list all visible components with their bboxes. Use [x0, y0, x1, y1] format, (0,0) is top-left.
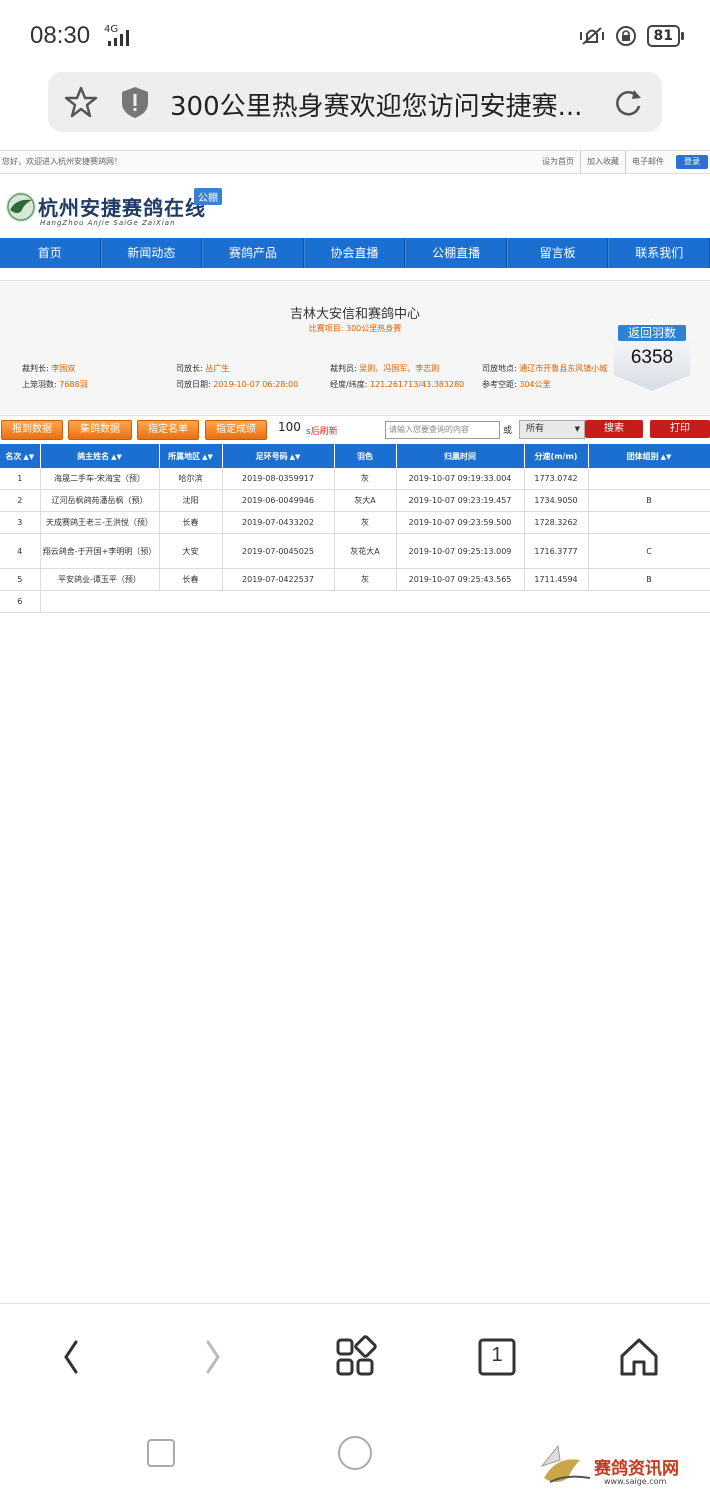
- watermark-text: 赛鸽资讯网: [594, 1459, 679, 1479]
- chevron-down-icon: ▼: [574, 425, 580, 433]
- col-rank[interactable]: 名次 ▲▼: [0, 444, 41, 468]
- tabs-button[interactable]: 1: [472, 1332, 522, 1382]
- filter-select[interactable]: 所有 ▼: [519, 420, 585, 439]
- table-row[interactable]: 2 辽河岳枫鸽苑潘岳枫（预） 沈阳 2019-06-0049946 灰大A 2019-1…: [0, 489, 710, 512]
- refresh-icon[interactable]: [610, 84, 646, 120]
- registration-data-button[interactable]: 报到数据: [1, 420, 63, 440]
- vibrate-mute-icon: [579, 27, 604, 45]
- home-circle-icon[interactable]: [336, 1434, 374, 1472]
- venue-name: 吉林大安信和赛鸽中心: [289, 307, 420, 322]
- status-bar: 08:30 4G 81: [0, 0, 710, 70]
- reference-distance: 参考空距: 304公里: [482, 380, 551, 389]
- set-homepage-link[interactable]: 设为首页: [542, 151, 581, 173]
- top-info-bar: 您好，欢迎进入杭州安捷赛鸽网！ 设为首页 加入收藏 电子邮件 登录: [0, 150, 710, 174]
- pigeon-watermark-icon: [540, 1444, 591, 1483]
- col-speed: 分速(m/m): [524, 444, 589, 468]
- col-ring-number[interactable]: 足环号码 ▲▼: [222, 444, 335, 468]
- forward-icon[interactable]: [188, 1332, 238, 1382]
- filter-select-value: 所有: [526, 424, 545, 434]
- status-time: 08:30: [30, 22, 91, 49]
- refresh-seconds: 100: [278, 420, 301, 434]
- search-input[interactable]: 请输入您要查询的内容: [385, 421, 500, 439]
- home-icon[interactable]: [614, 1332, 664, 1382]
- col-owner[interactable]: 鸽主姓名 ▲▼: [40, 444, 160, 468]
- returned-count-badge: 返回羽数 6358: [614, 319, 690, 391]
- results-table: 名次 ▲▼ 鸽主姓名 ▲▼ 所属地区 ▲▼ 足环号码 ▲▼ 羽色 归巢时间 分速(m/m…: [0, 444, 710, 613]
- bookmark-star-icon[interactable]: [64, 85, 98, 119]
- race-label: 比赛项目:: [308, 324, 344, 333]
- sort-icon: ▲▼: [660, 452, 672, 461]
- referees: 裁判员: 吴刚、冯国军、李志刚: [330, 364, 440, 373]
- search-button[interactable]: 搜索: [585, 420, 643, 438]
- add-favorite-link[interactable]: 加入收藏: [587, 151, 626, 173]
- pigeon-logo-icon: [6, 192, 36, 222]
- nav-association-live[interactable]: 协会直播: [303, 238, 406, 268]
- col-group[interactable]: 团体组别 ▲▼: [588, 444, 710, 468]
- race-value: 300公里热身赛: [345, 324, 402, 333]
- watermark-url: www.saige.com: [604, 1477, 667, 1486]
- designated-results-button[interactable]: 指定成绩: [205, 420, 267, 440]
- designated-list-button[interactable]: 指定名单: [137, 420, 199, 440]
- login-button[interactable]: 登录: [676, 155, 708, 169]
- entered-count: 上笼羽数: 7688羽: [22, 380, 88, 389]
- lock-rotation-icon: [615, 26, 636, 46]
- watermark: 赛鸽资讯网 www.saige.com: [538, 1432, 708, 1496]
- battery-indicator: 81: [646, 25, 685, 47]
- top-links: 设为首页 加入收藏 电子邮件: [542, 151, 670, 173]
- site-logo[interactable]: 杭州安捷赛鸽在线 HangZhou AnJie SaiGe ZaiXian 公棚: [6, 188, 226, 234]
- results-toolbar: 报到数据 集鸽数据 指定名单 指定成绩 100 s后刷新 请输入您要查询的内容 …: [0, 420, 710, 442]
- returned-count: 6358: [630, 347, 674, 368]
- menu-grid-icon[interactable]: [330, 1332, 380, 1382]
- or-text: 或: [503, 426, 513, 436]
- race-name: 比赛项目: 300公里热身赛: [0, 323, 710, 334]
- table-row[interactable]: 6: [0, 590, 710, 613]
- address-bar[interactable]: 300公里热身赛欢迎您访问安捷赛...: [48, 72, 662, 132]
- loft-badge: 公棚: [194, 188, 222, 205]
- sort-icon: ▲▼: [289, 452, 301, 461]
- back-icon[interactable]: [46, 1332, 96, 1382]
- table-row[interactable]: 3 天成赛鸽王老三-王洪悦（预） 长春 2019-07-0433202 灰 2019-1…: [0, 511, 710, 534]
- referee-chief: 裁判长: 李国双: [22, 364, 76, 373]
- returned-label: 返回羽数: [618, 325, 686, 341]
- table-header: 名次 ▲▼ 鸽主姓名 ▲▼ 所属地区 ▲▼ 足环号码 ▲▼ 羽色 归巢时间 分速(m/m…: [0, 444, 710, 468]
- logo-text: 杭州安捷赛鸽在线: [38, 196, 206, 220]
- recent-apps-icon[interactable]: [146, 1438, 176, 1468]
- nav-contact[interactable]: 联系我们: [608, 238, 710, 268]
- table-row[interactable]: 1 海晟二手车-宋海宝（预） 哈尔滨 2019-08-0359917 灰 2019-10…: [0, 468, 710, 490]
- refresh-text: s后刷新: [306, 427, 338, 437]
- browser-toolbar: 1: [0, 1303, 710, 1414]
- web-page: 您好，欢迎进入杭州安捷赛鸽网！ 设为首页 加入收藏 电子邮件 登录 杭州安捷赛鸽…: [0, 150, 710, 630]
- coordinates: 经度/纬度: 121.261713/43.383280: [330, 380, 465, 389]
- table-row[interactable]: 4 翔云鸽舍-于开国+李明明（预） 大安 2019-07-0045025 灰花大A 20…: [0, 533, 710, 569]
- nav-message-board[interactable]: 留言板: [506, 238, 609, 268]
- welcome-text: 您好，欢迎进入杭州安捷赛鸽网！: [2, 157, 122, 166]
- sort-icon: ▲▼: [111, 452, 122, 461]
- race-info-panel: 吉林大安信和赛鸽中心 比赛项目: 300公里热身赛 裁判长: 李国双 司放长: …: [0, 280, 710, 416]
- security-shield-icon[interactable]: [120, 85, 150, 119]
- logo-subtitle: HangZhou AnJie SaiGe ZaiXian: [40, 219, 176, 227]
- email-link[interactable]: 电子邮件: [632, 151, 670, 173]
- basketing-data-button[interactable]: 集鸽数据: [68, 420, 132, 440]
- main-nav: 首页 新闻动态 赛鸽产品 协会直播 公棚直播 留言板 联系我们: [0, 238, 710, 268]
- sort-icon: ▲▼: [202, 452, 213, 461]
- nav-home[interactable]: 首页: [0, 238, 101, 268]
- tab-count: 1: [491, 1344, 503, 1366]
- signal-icon: [108, 30, 129, 46]
- col-arrival-time: 归巢时间: [396, 444, 525, 468]
- release-chief: 司放长: 丛广生: [176, 364, 230, 373]
- col-region[interactable]: 所属地区 ▲▼: [159, 444, 223, 468]
- print-button[interactable]: 打印: [650, 420, 710, 438]
- nav-news[interactable]: 新闻动态: [100, 238, 203, 268]
- sort-icon: ▲▼: [23, 452, 35, 461]
- nav-products[interactable]: 赛鸽产品: [202, 238, 304, 268]
- table-row[interactable]: 5 平安鸽业-谭玉平（预） 长春 2019-07-0422537 灰 2019-10-0…: [0, 568, 710, 591]
- col-color: 羽色: [334, 444, 397, 468]
- release-place: 司放地点: 通辽市开鲁县东风镇小城: [482, 364, 608, 373]
- page-title[interactable]: 300公里热身赛欢迎您访问安捷赛...: [170, 86, 600, 123]
- release-date: 司放日期: 2019-10-07 06:28:00: [176, 380, 299, 389]
- nav-loft-live[interactable]: 公棚直播: [405, 238, 507, 268]
